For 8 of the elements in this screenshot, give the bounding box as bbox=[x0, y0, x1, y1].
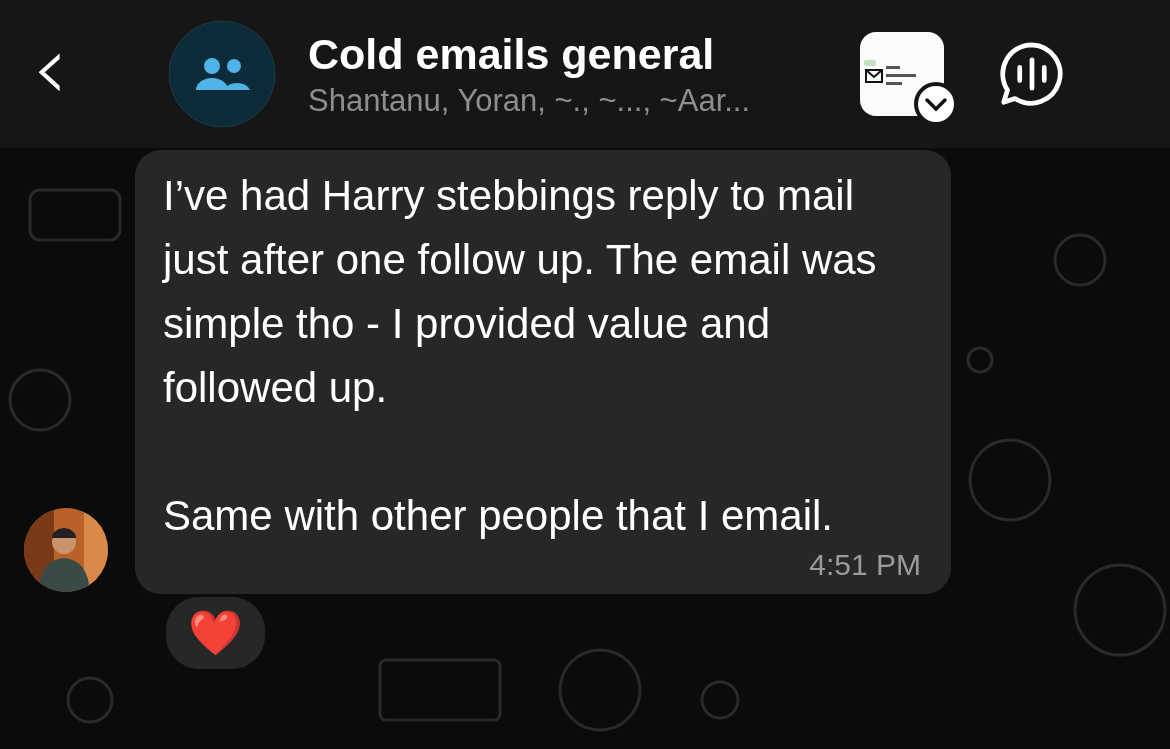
participants-list: Shantanu, Yoran, ~., ~..., ~Aar... bbox=[308, 82, 751, 119]
message-time: 4:51 PM bbox=[809, 548, 921, 582]
group-avatar-icon[interactable] bbox=[168, 20, 276, 128]
voice-chat-icon[interactable] bbox=[999, 41, 1065, 107]
reaction-badge[interactable]: ❤ bbox=[163, 594, 268, 672]
chat-title[interactable]: Cold emails general bbox=[308, 29, 715, 79]
message-text: I’ve had Harry stebbings reply to mail just after one follow up. The email was simple tho - I provided value and followed up. Same with other people that I email. bbox=[163, 171, 878, 541]
back-button[interactable]: ‹ bbox=[22, 23, 78, 125]
